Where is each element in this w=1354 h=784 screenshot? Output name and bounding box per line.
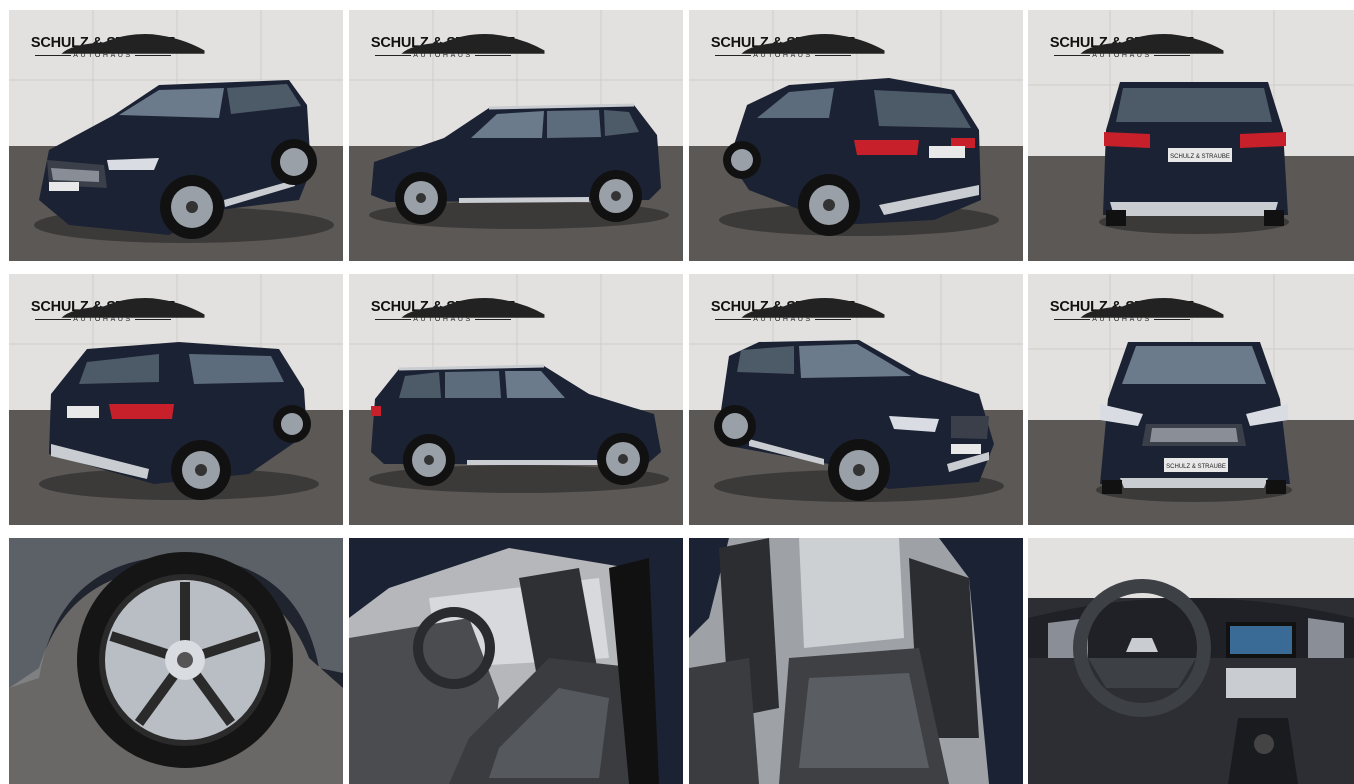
car-photo bbox=[349, 10, 683, 261]
photo-tile-front-left[interactable]: SCHULZ & STRAUBE AUTOHAUS bbox=[9, 10, 343, 261]
photo-tile-left-side[interactable]: SCHULZ & STRAUBE AUTOHAUS bbox=[349, 10, 683, 261]
car-photo bbox=[349, 274, 683, 525]
wheel-photo bbox=[9, 538, 343, 784]
photo-tile-dashboard[interactable] bbox=[1028, 538, 1354, 784]
photo-tile-front-right[interactable]: SCHULZ & STRAUBE AUTOHAUS bbox=[689, 274, 1023, 525]
car-photo: SCHULZ & STRAUBE bbox=[1028, 10, 1354, 261]
car-photo bbox=[689, 10, 1023, 261]
car-photo bbox=[689, 274, 1023, 525]
interior-photo bbox=[1028, 538, 1354, 784]
photo-tile-wheel[interactable] bbox=[9, 538, 343, 784]
photo-gallery: SCHULZ & STRAUBE AUTOHAUS SCHULZ & STRAU… bbox=[0, 0, 1354, 784]
interior-photo bbox=[689, 538, 1023, 784]
photo-tile-front-seats[interactable] bbox=[349, 538, 683, 784]
interior-photo bbox=[349, 538, 683, 784]
plate-text: SCHULZ & STRAUBE bbox=[1170, 154, 1230, 160]
photo-tile-rear-left[interactable]: SCHULZ & STRAUBE AUTOHAUS bbox=[689, 10, 1023, 261]
plate-text: SCHULZ & STRAUBE bbox=[1166, 464, 1226, 470]
photo-tile-right-side[interactable]: SCHULZ & STRAUBE AUTOHAUS bbox=[349, 274, 683, 525]
car-photo: SCHULZ & STRAUBE bbox=[1028, 274, 1354, 525]
car-photo bbox=[9, 274, 343, 525]
photo-tile-front[interactable]: SCHULZ & STRAUBE SCHULZ & STRAUBE AUTOHA… bbox=[1028, 274, 1354, 525]
car-photo bbox=[9, 10, 343, 261]
photo-tile-rear-right[interactable]: SCHULZ & STRAUBE AUTOHAUS bbox=[9, 274, 343, 525]
photo-tile-rear[interactable]: SCHULZ & STRAUBE SCHULZ & STRAUBE AUTOHA… bbox=[1028, 10, 1354, 261]
photo-tile-rear-seats[interactable] bbox=[689, 538, 1023, 784]
